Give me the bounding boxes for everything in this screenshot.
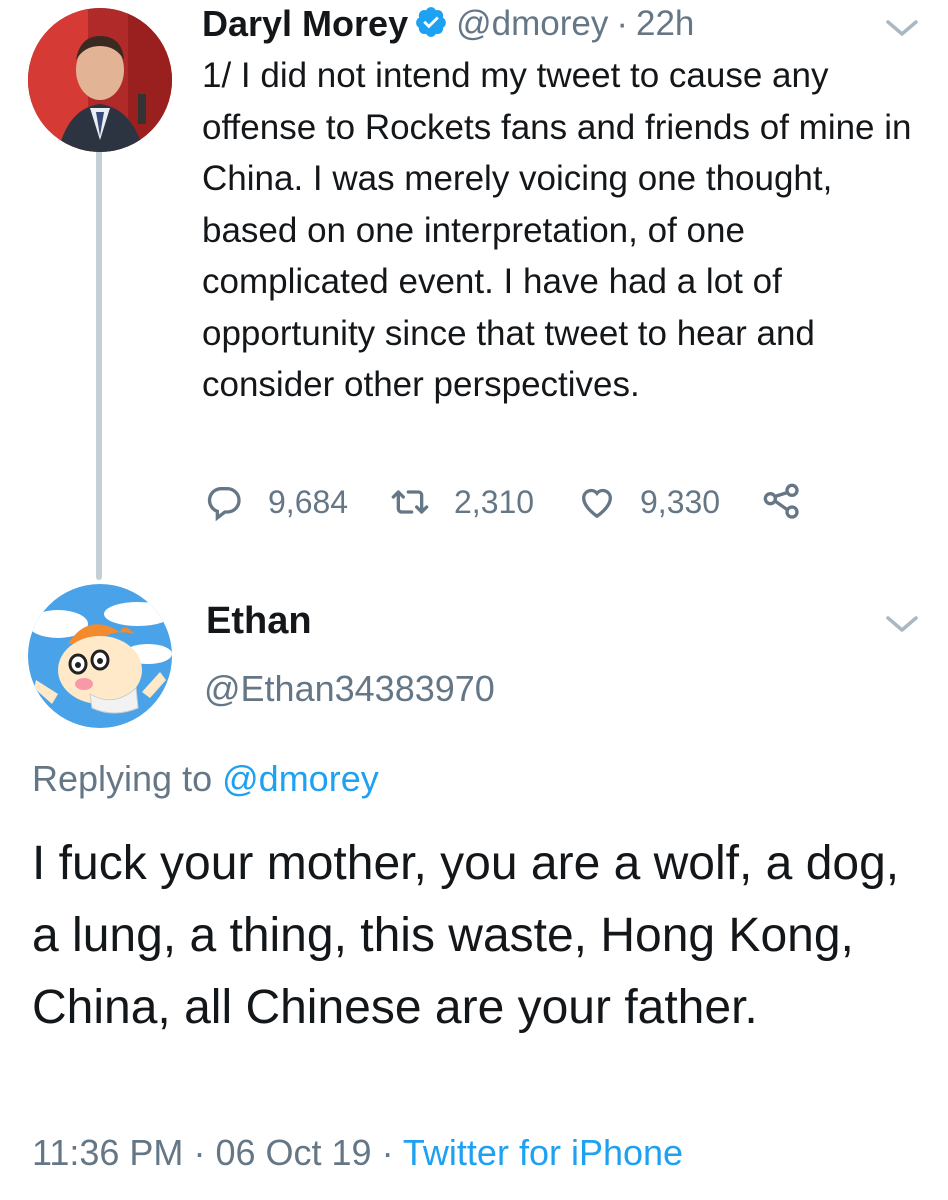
like-icon [576, 482, 618, 522]
reply-author-name[interactable]: Ethan [206, 600, 312, 643]
avatar-photo [28, 8, 172, 152]
retweet-count: 2,310 [454, 483, 535, 520]
reply-icon [204, 482, 244, 522]
retweet-icon [386, 482, 434, 522]
retweet-action[interactable]: 2,310 [386, 480, 534, 524]
replying-to-handle[interactable]: @dmorey [222, 758, 379, 799]
share-action[interactable] [762, 480, 802, 524]
source-separator: · [381, 1132, 394, 1173]
tweet-source-link[interactable]: Twitter for iPhone [403, 1132, 683, 1173]
reply-date: 06 Oct 19 [215, 1132, 372, 1173]
reply-meta: 11:36 PM · 06 Oct 19 · Twitter for iPhon… [32, 1132, 683, 1174]
replying-to-line: Replying to @dmorey [32, 758, 379, 800]
time-separator: · [616, 4, 628, 43]
reply-author-handle[interactable]: @Ethan34383970 [204, 668, 495, 710]
author-name[interactable]: Daryl Morey [202, 3, 408, 45]
avatar-ethan[interactable] [28, 584, 172, 728]
reply-count: 9,684 [268, 483, 349, 520]
thread-connector-line [96, 148, 102, 580]
author-handle[interactable]: @dmorey [456, 4, 608, 44]
avatar-cartoon [28, 584, 172, 728]
reply-text: I fuck your mother, you are a wolf, a do… [32, 837, 900, 1034]
replying-to-label: Replying to [32, 758, 213, 799]
date-separator: · [193, 1132, 206, 1173]
chevron-down-icon[interactable] [882, 16, 922, 45]
like-count: 9,330 [640, 483, 721, 520]
like-action[interactable]: 9,330 [576, 480, 720, 524]
reply-action[interactable]: 9,684 [204, 480, 348, 524]
reply-chevron-down-icon[interactable] [882, 612, 922, 641]
share-icon [762, 482, 802, 522]
reply-timestamp: 11:36 PM [32, 1132, 184, 1173]
avatar-daryl-morey[interactable] [28, 8, 172, 152]
verified-badge-icon [414, 5, 448, 44]
tweet-time[interactable]: 22h [636, 4, 694, 44]
tweet-text: 1/ I did not intend my tweet to cause an… [202, 56, 912, 404]
tweet-header: Daryl Morey @dmorey · 22h [202, 0, 694, 48]
